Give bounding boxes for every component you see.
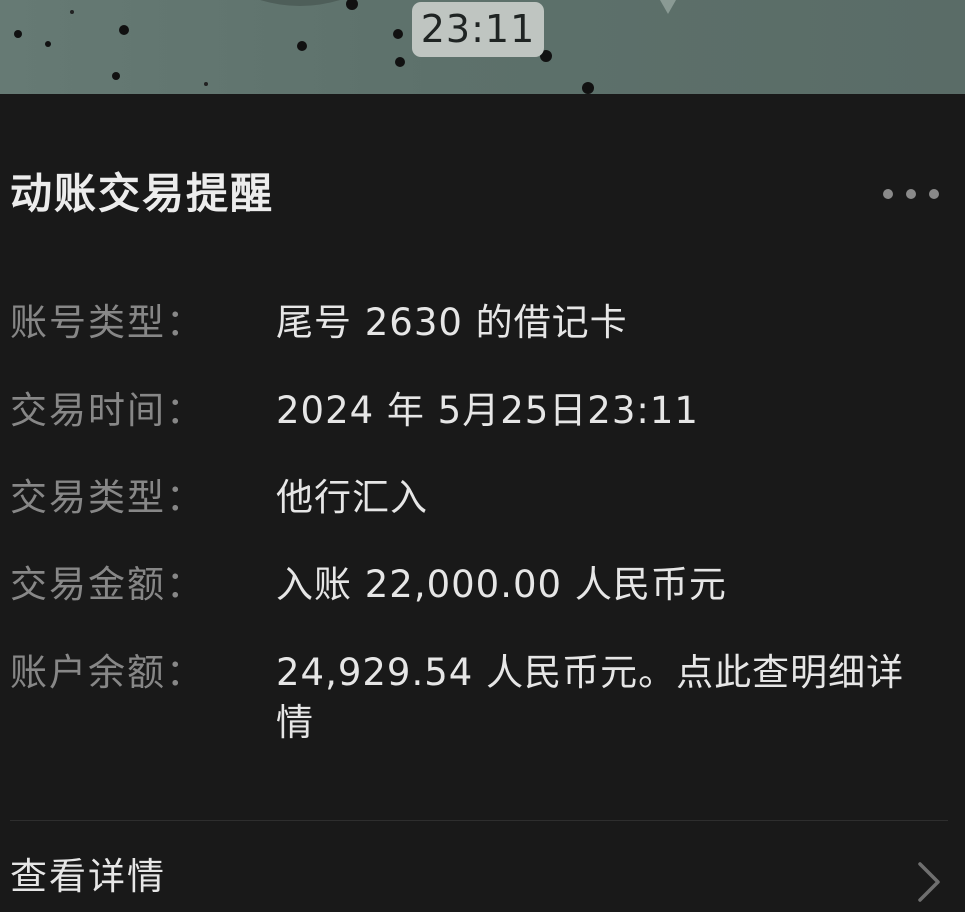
row-label: 交易类型： [10, 476, 205, 519]
row-label: 交易时间： [10, 389, 205, 432]
row-value: 尾号 2630 的借记卡 [276, 301, 628, 344]
divider [10, 820, 948, 821]
chevron-right-icon [912, 860, 944, 904]
view-details-button[interactable]: 查看详情 [0, 834, 965, 912]
row-value: 他行汇入 [276, 476, 428, 519]
row-label: 账号类型： [10, 301, 205, 344]
wallpaper-strip: 23:11 [0, 0, 965, 94]
row-value: 2024 年 5月25日23:11 [276, 389, 699, 432]
notification-card[interactable]: 动账交易提醒 账号类型： 尾号 2630 的借记卡 交易时间： 2024 年 5… [0, 94, 965, 912]
row-value: 入账 22,000.00 人民币元 [276, 563, 727, 606]
view-details-label: 查看详情 [10, 855, 166, 898]
status-time: 23:11 [412, 2, 544, 57]
more-horizontal-icon[interactable] [872, 174, 952, 214]
notification-title: 动账交易提醒 [10, 169, 275, 218]
notification-screen: 23:11 动账交易提醒 账号类型： 尾号 2630 的借记卡 交易时间： 20… [0, 0, 965, 912]
balance-detail-link[interactable]: 24,929.54 人民币元。点此查明细详情 [276, 648, 936, 748]
row-label: 账户余额： [10, 651, 205, 694]
row-label: 交易金额： [10, 563, 205, 606]
